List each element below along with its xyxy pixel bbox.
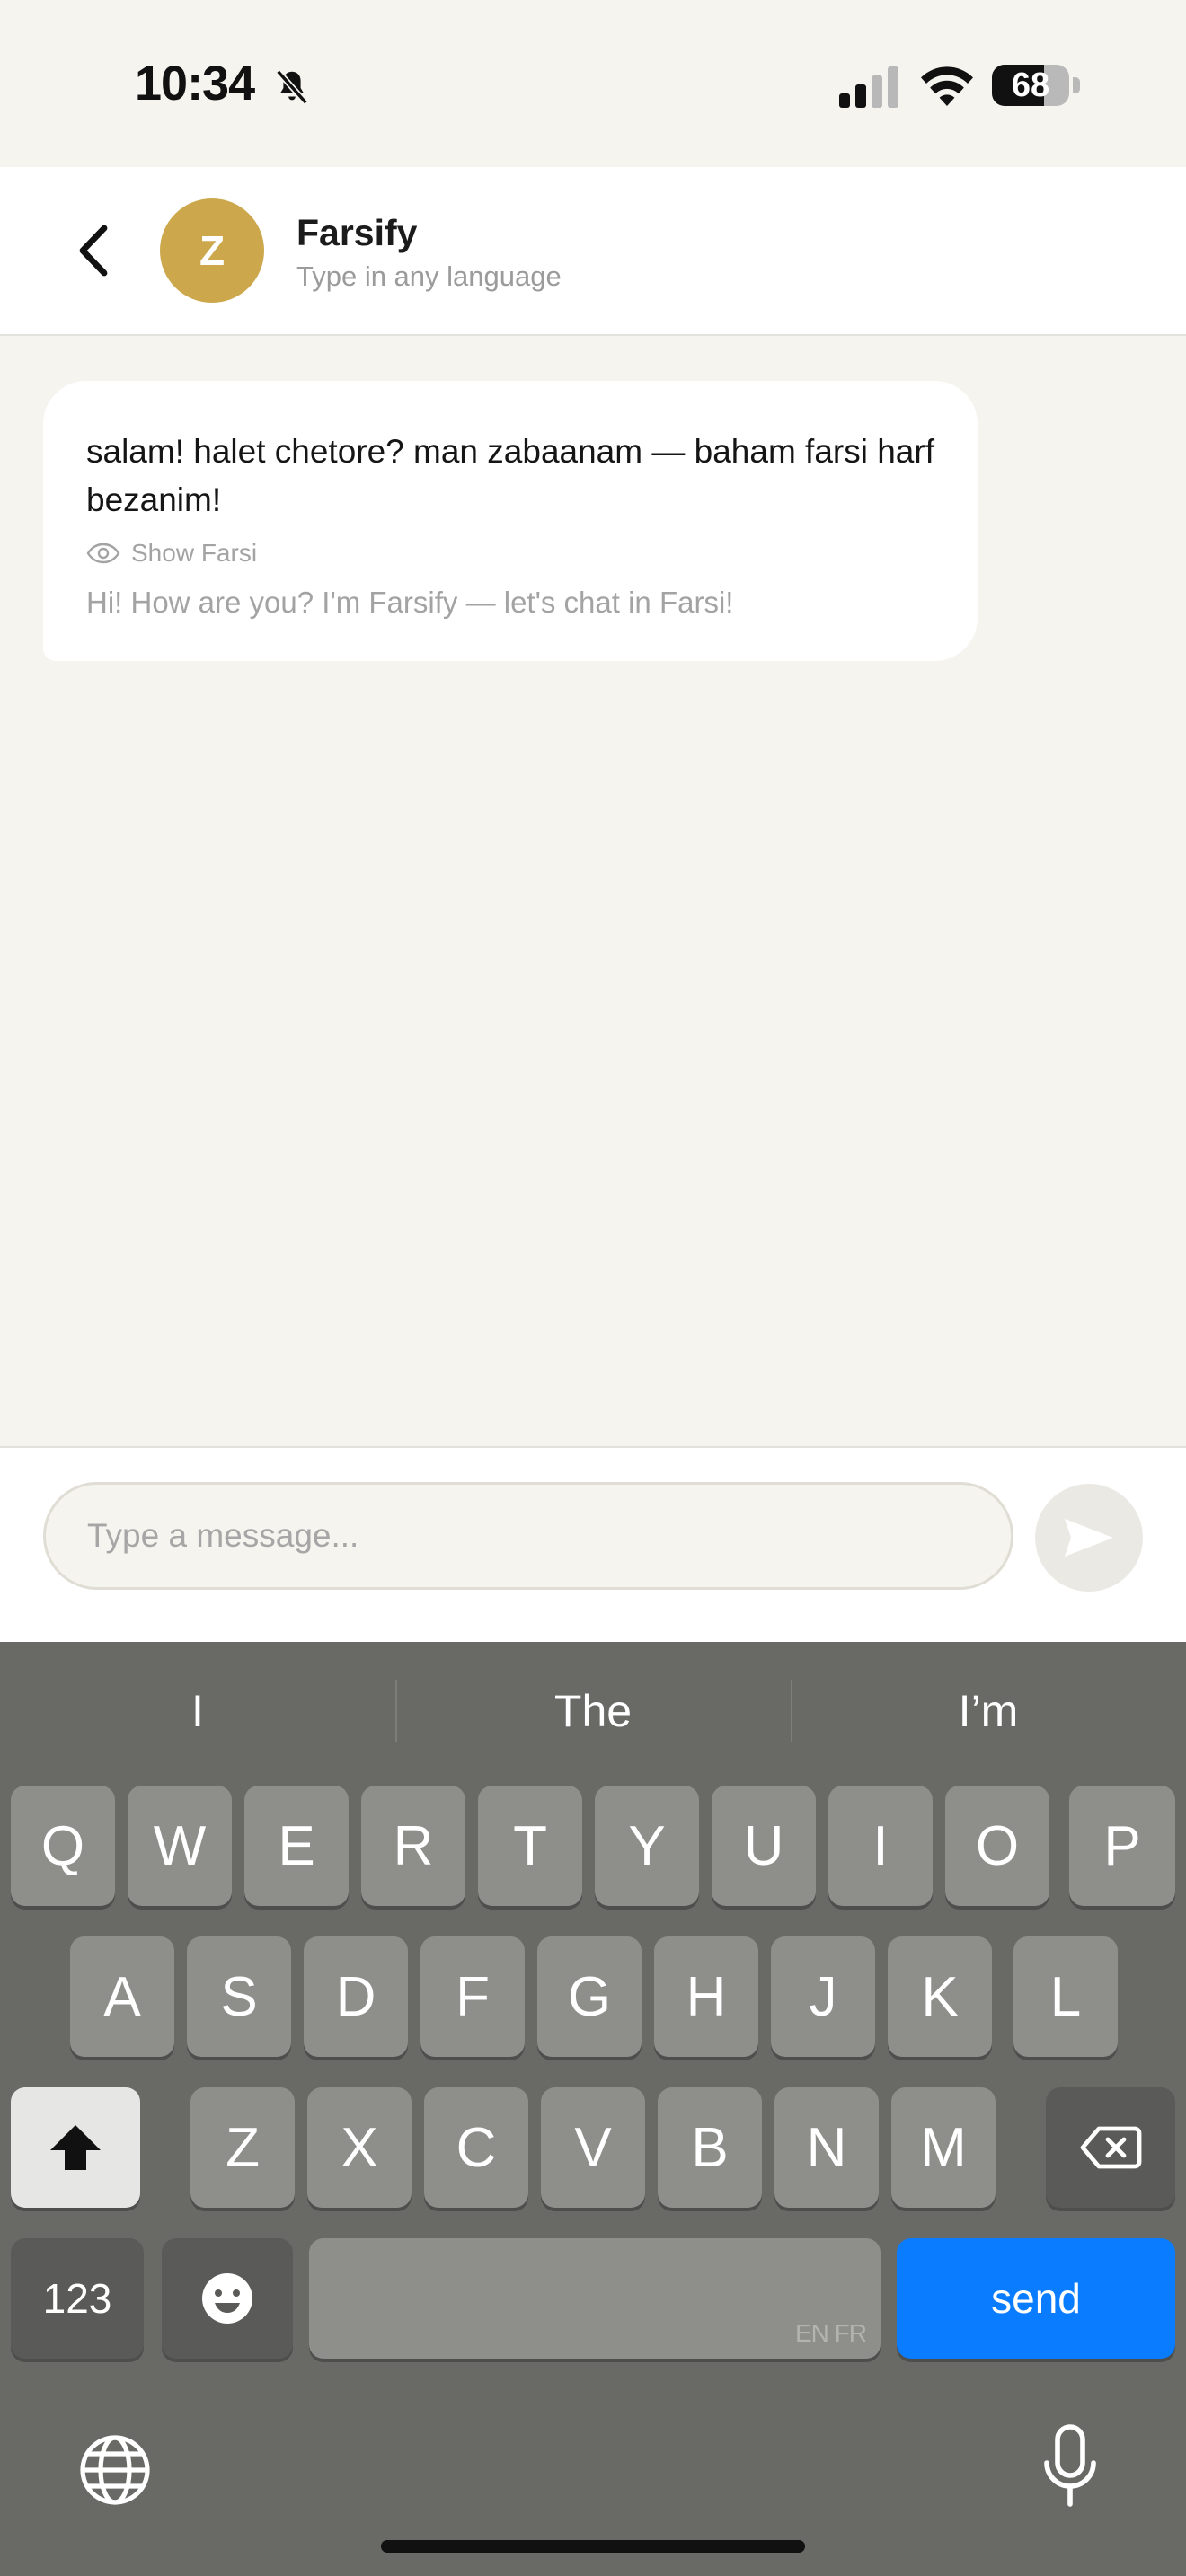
numbers-key[interactable]: 123 [11, 2238, 144, 2359]
key-w[interactable]: W [128, 1786, 232, 1906]
paper-plane-icon [1065, 1519, 1113, 1557]
suggestion-item[interactable]: I [0, 1676, 395, 1746]
chat-subtitle: Type in any language [296, 260, 562, 292]
suggestion-bar: I The I’m [0, 1676, 1186, 1746]
emoji-icon [202, 2273, 252, 2324]
suggestion-item[interactable]: I’m [791, 1676, 1186, 1746]
emoji-key[interactable] [162, 2238, 293, 2359]
shift-key[interactable] [11, 2087, 140, 2208]
show-farsi-label: Show Farsi [131, 539, 258, 567]
key-l[interactable]: L [1013, 1936, 1118, 2057]
key-a[interactable]: A [70, 1936, 174, 2057]
backspace-icon [1080, 2126, 1142, 2169]
cellular-signal-icon [839, 66, 898, 108]
chat-title: Farsify [296, 212, 418, 253]
bell-slash-icon [276, 69, 308, 105]
key-h[interactable]: H [654, 1936, 758, 2057]
key-o[interactable]: O [945, 1786, 1049, 1906]
space-key[interactable]: EN FR [309, 2238, 881, 2359]
key-x[interactable]: X [307, 2087, 412, 2208]
key-i[interactable]: I [828, 1786, 933, 1906]
battery-cap [1073, 77, 1080, 93]
key-r[interactable]: R [361, 1786, 465, 1906]
chevron-left-icon [79, 225, 108, 277]
globe-icon[interactable] [77, 2432, 153, 2508]
home-indicator [381, 2540, 805, 2553]
message-input[interactable] [43, 1482, 1013, 1590]
back-button[interactable] [65, 217, 122, 284]
keyboard-languages: EN FR [795, 2319, 867, 2347]
key-c[interactable]: C [424, 2087, 528, 2208]
key-m[interactable]: M [891, 2087, 996, 2208]
key-e[interactable]: E [244, 1786, 349, 1906]
keyboard: I The I’m Q W E R T Y U I O P A S D F G … [0, 1642, 1186, 2576]
key-f[interactable]: F [420, 1936, 525, 2057]
show-farsi-toggle[interactable]: Show Farsi [86, 539, 257, 568]
key-y[interactable]: Y [595, 1786, 699, 1906]
message-text: salam! halet chetore? man zabaanam — bah… [86, 433, 934, 518]
key-j[interactable]: J [771, 1936, 875, 2057]
key-v[interactable]: V [541, 2087, 645, 2208]
suggestion-item[interactable]: The [395, 1676, 791, 1746]
message-composer [0, 1446, 1186, 1642]
backspace-key[interactable] [1046, 2087, 1175, 2208]
key-p[interactable]: P [1069, 1786, 1175, 1906]
avatar[interactable]: Z [160, 198, 264, 303]
key-s[interactable]: S [187, 1936, 291, 2057]
key-b[interactable]: B [658, 2087, 762, 2208]
key-t[interactable]: T [478, 1786, 582, 1906]
key-n[interactable]: N [774, 2087, 879, 2208]
message-list[interactable]: salam! halet chetore? man zabaanam — bah… [0, 336, 1186, 1446]
message-bubble[interactable]: salam! halet chetore? man zabaanam — bah… [43, 381, 978, 661]
battery-icon: 68 [992, 65, 1069, 106]
shift-icon [50, 2125, 101, 2170]
message-translation: Hi! How are you? I'm Farsify — let's cha… [86, 586, 734, 619]
status-bar: 10:34 68 [0, 0, 1186, 167]
wifi-icon [921, 66, 973, 106]
battery-percentage: 68 [1011, 66, 1050, 104]
microphone-icon[interactable] [1042, 2423, 1098, 2510]
key-q[interactable]: Q [11, 1786, 115, 1906]
status-time: 10:34 [135, 57, 255, 110]
send-key[interactable]: send [897, 2238, 1175, 2359]
send-message-button[interactable] [1035, 1484, 1143, 1592]
key-g[interactable]: G [537, 1936, 642, 2057]
chat-header: Z Farsify Type in any language [0, 167, 1186, 336]
key-d[interactable]: D [304, 1936, 408, 2057]
key-z[interactable]: Z [190, 2087, 295, 2208]
eye-icon [86, 543, 120, 564]
key-k[interactable]: K [888, 1936, 992, 2057]
key-u[interactable]: U [712, 1786, 816, 1906]
